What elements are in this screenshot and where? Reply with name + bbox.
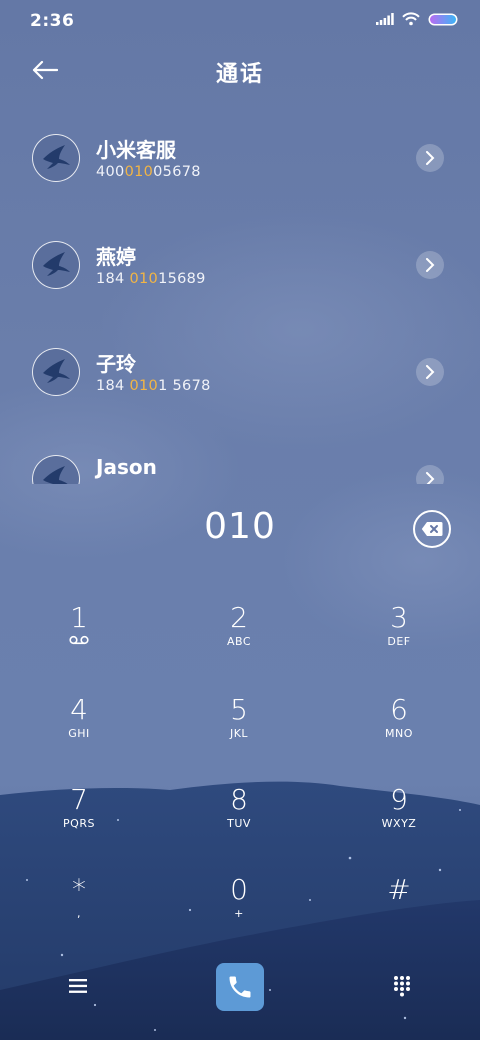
key-5[interactable]: 5 JKL: [184, 695, 294, 775]
key-digit: 6: [390, 693, 408, 726]
contact-avatar: [32, 241, 80, 289]
contact-row[interactable]: Jason: [0, 439, 480, 484]
contact-name: 小米客服: [96, 138, 176, 162]
key-letters: ABC: [226, 635, 252, 648]
crane-avatar-icon: [43, 466, 68, 484]
key-8[interactable]: 8 TUV: [184, 785, 294, 865]
voicemail-icon: [24, 635, 134, 649]
contact-avatar: [32, 134, 80, 182]
crane-avatar-icon: [43, 252, 70, 276]
number-match: 010: [129, 271, 159, 287]
contact-detail-button[interactable]: [416, 251, 444, 279]
contact-row[interactable]: 燕婷 184 01015689: [0, 225, 480, 332]
menu-button[interactable]: [64, 972, 92, 1000]
menu-icon: [69, 979, 87, 993]
contact-number: 40001005678: [96, 164, 201, 180]
key-letters: ,: [77, 907, 81, 920]
contact-number: 184 0101 5678: [96, 378, 211, 394]
key-digit: 4: [70, 693, 88, 726]
key-letters: TUV: [227, 817, 251, 830]
number-suffix: 15689: [158, 271, 206, 287]
key-hash[interactable]: #: [344, 875, 454, 955]
key-digit: 1: [70, 601, 88, 634]
key-1[interactable]: 1: [24, 603, 134, 683]
contact-list: 小米客服 40001005678 燕婷 184 01015689 子玲 184 …: [0, 118, 480, 484]
chevron-right-icon: [426, 365, 435, 379]
key-4[interactable]: 4 GHI: [24, 695, 134, 775]
dialpad-toggle-button[interactable]: [388, 972, 416, 1000]
dial-display: 010: [0, 502, 480, 558]
contact-name: 燕婷: [96, 245, 136, 269]
key-digit: 8: [230, 783, 248, 816]
key-letters: MNO: [385, 727, 413, 740]
number-prefix: 400: [96, 164, 125, 180]
contact-row[interactable]: 子玲 184 0101 5678: [0, 332, 480, 439]
key-letters: JKL: [229, 727, 249, 740]
chevron-right-icon: [426, 151, 435, 165]
contact-name: Jason: [96, 455, 157, 479]
contact-avatar: [32, 348, 80, 396]
key-digit: #: [387, 873, 411, 906]
key-digit: 5: [230, 693, 248, 726]
key-digit: 7: [70, 783, 88, 816]
page-title: 通话: [215, 62, 264, 87]
key-3[interactable]: 3 DEF: [344, 603, 454, 683]
number-match: 010: [124, 164, 154, 180]
key-letters: DEF: [387, 635, 411, 648]
number-suffix: 1 5678: [158, 378, 211, 394]
key-letters: WXYZ: [381, 817, 417, 830]
wifi-icon: [402, 12, 420, 26]
contact-name: 子玲: [96, 352, 136, 376]
key-star[interactable]: * ,: [24, 875, 134, 955]
status-icons: [376, 12, 458, 26]
app-bar: 通话: [0, 48, 480, 92]
dialed-number: 010: [204, 506, 276, 547]
key-7[interactable]: 7 PQRS: [24, 785, 134, 865]
contact-detail-button[interactable]: [416, 144, 444, 172]
status-bar: 2:36: [0, 0, 480, 42]
number-prefix: 184: [96, 378, 130, 394]
key-digit: 3: [390, 601, 408, 634]
chevron-right-icon: [426, 472, 435, 484]
signal-icon: [376, 13, 394, 25]
key-digit: 0: [230, 873, 248, 906]
number-prefix: 184: [96, 271, 130, 287]
contact-number: 184 01015689: [96, 271, 206, 287]
key-9[interactable]: 9 WXYZ: [344, 785, 454, 865]
backspace-button[interactable]: [413, 510, 451, 548]
contact-detail-button[interactable]: [416, 465, 444, 484]
chevron-right-icon: [426, 258, 435, 272]
key-digit: 9: [390, 783, 408, 816]
bottom-bar: [0, 960, 480, 1020]
contact-row[interactable]: 小米客服 40001005678: [0, 118, 480, 225]
key-digit: 2: [230, 601, 248, 634]
backspace-icon: [421, 522, 443, 536]
key-2[interactable]: 2 ABC: [184, 603, 294, 683]
key-6[interactable]: 6 MNO: [344, 695, 454, 775]
key-letters: PQRS: [63, 817, 95, 830]
dialpad-icon: [394, 976, 410, 997]
battery-icon: [428, 13, 458, 25]
number-match: 010: [129, 378, 159, 394]
number-suffix: 05678: [153, 164, 201, 180]
key-letters: +: [234, 907, 244, 920]
contact-avatar: [32, 455, 80, 484]
contact-detail-button[interactable]: [416, 358, 444, 386]
crane-avatar-icon: [43, 145, 70, 169]
call-button[interactable]: [216, 963, 264, 1011]
key-0[interactable]: 0 +: [184, 875, 294, 955]
key-letters: GHI: [68, 727, 90, 740]
crane-avatar-icon: [43, 359, 70, 383]
status-time: 2:36: [30, 11, 75, 31]
key-digit: *: [72, 873, 86, 906]
phone-icon: [229, 976, 251, 998]
